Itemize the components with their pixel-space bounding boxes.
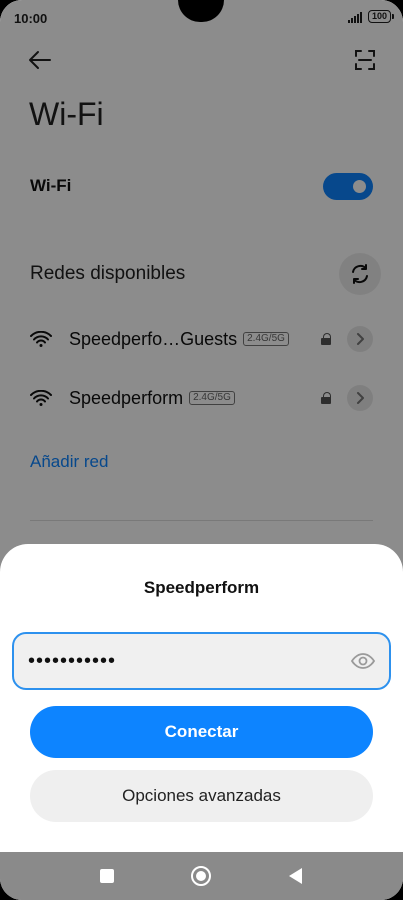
status-time: 10:00 [14,11,48,26]
password-input[interactable]: ••••••••••• [12,632,391,690]
square-icon [100,869,114,883]
recents-button[interactable] [87,856,127,896]
password-dialog: Speedperform ••••••••••• Conectar Opcion… [0,544,403,852]
dialog-title: Speedperform [143,578,260,597]
back-button[interactable] [275,856,315,896]
battery-icon: 100 [367,10,395,23]
home-circle-icon [191,866,211,886]
back-triangle-icon [288,868,302,884]
phone-screen: 10:00 100 Wi-Fi Wi-Fi Redes disponibles [0,0,403,900]
password-value[interactable]: ••••••••••• [28,650,351,673]
advanced-options-button[interactable]: Opciones avanzadas [30,770,373,822]
navigation-bar [0,852,403,900]
status-icons: 100 [347,10,395,23]
cell-signal-icon [347,11,362,23]
home-button[interactable] [181,856,221,896]
eye-icon[interactable] [351,653,375,669]
connect-button[interactable]: Conectar [30,706,373,758]
